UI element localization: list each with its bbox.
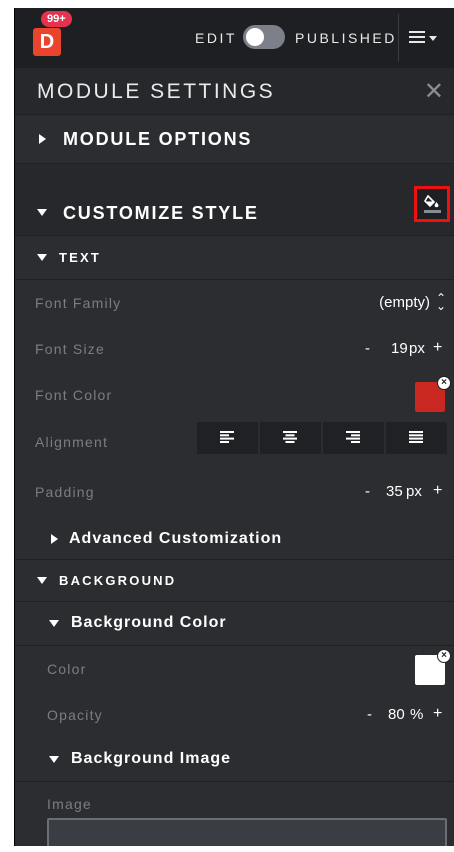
align-right-button[interactable] — [323, 422, 384, 454]
notification-badge[interactable]: 99+ — [41, 11, 72, 27]
topbar-divider — [398, 14, 399, 62]
bg-color-label: Color — [47, 661, 87, 677]
font-size-unit: px — [409, 340, 425, 357]
increment-button[interactable]: + — [433, 482, 442, 500]
align-center-icon — [283, 431, 297, 443]
customize-style-section[interactable]: CUSTOMIZE STYLE — [15, 164, 454, 236]
remove-color-icon[interactable]: × — [437, 649, 451, 663]
background-section-label: BACKGROUND — [59, 573, 177, 588]
background-image-label: Background Image — [71, 750, 232, 767]
font-size-row: Font Size - 19 px + — [15, 326, 454, 372]
increment-button[interactable]: + — [433, 705, 442, 723]
paint-bucket-icon — [424, 195, 441, 213]
opacity-value[interactable]: 80 — [388, 706, 405, 723]
remove-color-icon[interactable]: × — [437, 376, 451, 390]
decrement-button[interactable]: - — [365, 483, 370, 500]
padding-label: Padding — [35, 484, 95, 500]
expand-right-icon — [51, 534, 58, 544]
align-left-icon — [220, 431, 234, 443]
background-color-label: Background Color — [71, 614, 227, 631]
image-label: Image — [47, 796, 92, 812]
image-row: Image — [15, 782, 454, 822]
module-options-label: MODULE OPTIONS — [63, 129, 253, 149]
align-justify-button[interactable] — [386, 422, 447, 454]
advanced-customization-section[interactable]: Advanced Customization — [15, 518, 454, 560]
background-section[interactable]: BACKGROUND — [15, 560, 454, 602]
caret-down-icon — [429, 36, 437, 41]
font-family-row: Font Family (empty) ⌃ ⌄ — [15, 280, 454, 326]
module-options-section[interactable]: MODULE OPTIONS — [15, 115, 454, 164]
font-size-label: Font Size — [35, 341, 105, 357]
module-settings-header: MODULE SETTINGS ✕ — [15, 68, 454, 115]
mode-published-label: PUBLISHED — [295, 30, 397, 46]
advanced-customization-label: Advanced Customization — [69, 530, 283, 547]
text-section-label: TEXT — [59, 250, 102, 265]
edit-publish-toggle[interactable] — [243, 25, 285, 49]
font-size-value[interactable]: 19 — [391, 340, 408, 357]
align-right-icon — [346, 431, 360, 443]
align-justify-icon — [409, 431, 423, 443]
opacity-row: Opacity - 80 % + — [15, 692, 454, 738]
increment-button[interactable]: + — [433, 339, 442, 357]
opacity-unit: % — [410, 706, 424, 723]
close-icon[interactable]: ✕ — [424, 77, 444, 106]
collapse-down-icon — [37, 209, 47, 216]
align-left-button[interactable] — [197, 422, 258, 454]
module-settings-panel: D 99+ EDIT PUBLISHED MODULE SETTINGS ✕ M… — [14, 8, 454, 846]
app-logo[interactable]: D — [33, 28, 61, 56]
alignment-label: Alignment — [35, 434, 109, 450]
customize-style-label: CUSTOMIZE STYLE — [63, 203, 259, 223]
opacity-label: Opacity — [47, 707, 103, 723]
mode-edit-label: EDIT — [195, 30, 237, 46]
font-family-label: Font Family — [35, 295, 122, 311]
toggle-knob — [246, 28, 264, 46]
decrement-button[interactable]: - — [367, 706, 372, 723]
align-center-button[interactable] — [260, 422, 321, 454]
image-upload-area[interactable] — [47, 818, 447, 846]
collapse-down-icon — [37, 577, 47, 584]
panel-title: MODULE SETTINGS — [37, 80, 276, 103]
padding-value[interactable]: 35 — [386, 483, 403, 500]
select-arrows-icon: ⌃ ⌄ — [435, 291, 446, 313]
collapse-down-icon — [37, 254, 47, 261]
padding-row: Padding - 35 px + — [15, 464, 454, 518]
text-section[interactable]: TEXT — [15, 236, 454, 280]
font-color-row: Font Color × — [15, 372, 454, 418]
collapse-down-icon — [49, 756, 59, 763]
background-color-section[interactable]: Background Color — [15, 602, 454, 646]
font-color-label: Font Color — [35, 387, 113, 403]
alignment-group — [197, 422, 447, 454]
hamburger-menu-icon — [409, 31, 425, 43]
background-image-section[interactable]: Background Image — [15, 738, 454, 782]
padding-unit: px — [406, 483, 422, 500]
expand-right-icon — [39, 134, 46, 144]
collapse-down-icon — [49, 620, 59, 627]
bg-color-row: Color × — [15, 646, 454, 692]
decrement-button[interactable]: - — [365, 340, 370, 357]
paint-bucket-button[interactable] — [414, 186, 450, 222]
top-bar: D 99+ EDIT PUBLISHED — [15, 8, 454, 68]
font-family-select[interactable]: (empty) — [379, 294, 430, 311]
hamburger-menu-button[interactable] — [407, 26, 447, 50]
